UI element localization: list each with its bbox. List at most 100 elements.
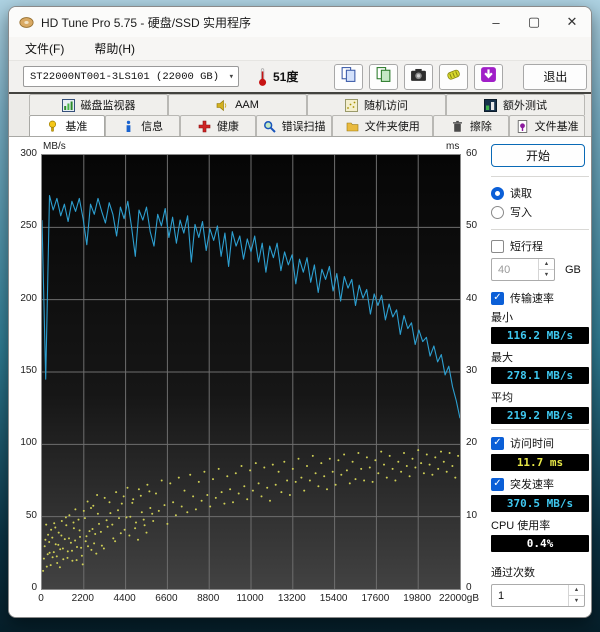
min-value: 116.2 MB/s	[491, 327, 589, 344]
tab-disk-monitor[interactable]: 磁盘监视器	[29, 94, 168, 115]
benchmark-icon	[46, 120, 59, 133]
health-icon	[198, 120, 211, 133]
error-scan-icon	[263, 120, 276, 133]
right-axis-tick: 40	[466, 292, 478, 304]
window-title: HD Tune Pro 5.75 - 硬盘/SSD 实用程序	[41, 15, 252, 30]
download-icon	[480, 66, 497, 88]
tab-info[interactable]: 信息	[104, 115, 181, 136]
download-button[interactable]	[474, 63, 504, 90]
chart-plot	[42, 155, 460, 589]
save-button[interactable]	[439, 63, 469, 90]
extra-tests-icon	[484, 98, 497, 112]
control-panel: 开始 读取 写入 短行程 40 ▲ ▼ GB ✓ 传输速率 最小 116.2 M…	[491, 137, 589, 618]
save-icon	[445, 66, 462, 88]
copy-icon	[340, 66, 357, 88]
tab-extra-tests[interactable]: 额外测试	[446, 94, 585, 115]
tab-folder-usage[interactable]: 文件夹使用	[331, 115, 434, 136]
camera-icon	[410, 66, 427, 88]
access-time-checkbox[interactable]	[491, 436, 504, 450]
desktop: { "window": { "title": "HD Tune Pro 5.75…	[0, 0, 600, 632]
burst-rate-value: 370.5 MB/s	[491, 495, 589, 512]
access-time-option[interactable]: 访问时间	[491, 435, 589, 451]
stepper-down-icon: ▼	[543, 272, 550, 278]
burst-rate-checkbox[interactable]	[491, 477, 504, 491]
tab-benchmark[interactable]: 基准	[29, 115, 105, 136]
copy-button[interactable]	[334, 63, 364, 90]
gb-unit-label: GB	[565, 263, 581, 276]
tab-file-benchmark[interactable]: 文件基准	[509, 115, 585, 136]
right-axis-tick: 0	[466, 582, 472, 593]
random-access-icon	[345, 98, 358, 112]
close-button[interactable]: ✕	[553, 7, 591, 37]
camera-button[interactable]	[404, 63, 434, 90]
thermometer-icon	[257, 67, 269, 87]
transfer-rate-checkbox[interactable]	[491, 291, 504, 305]
y-axis-tick: 200	[20, 292, 37, 304]
chevron-down-icon: ▾	[228, 71, 234, 82]
transfer-rate-option[interactable]: 传输速率	[491, 290, 589, 306]
min-label: 最小	[491, 312, 513, 324]
start-button[interactable]: 开始	[491, 144, 585, 167]
folder-usage-icon	[346, 120, 359, 133]
cpu-usage-label: CPU 使用率	[491, 520, 551, 532]
benchmark-panel: MB/s ms 300 250 200 150 100 50 0 60 50 40 30 20 10 0…	[9, 136, 591, 618]
short-stroke-size-stepper[interactable]: 40 ▲ ▼	[491, 258, 555, 281]
exit-button[interactable]: 退出	[523, 63, 588, 90]
disk-monitor-icon	[61, 98, 75, 112]
tab-health[interactable]: 健康	[180, 115, 257, 136]
drive-select[interactable]: ST22000NT001-3LS101 (22000 GB) ▾	[23, 66, 239, 87]
y-axis-tick: 300	[20, 148, 37, 159]
y-axis-tick: 50	[25, 509, 37, 521]
app-icon	[19, 15, 34, 30]
pass-count-stepper[interactable]: 1 ▲ ▼	[491, 584, 585, 607]
right-axis-tick: 60	[466, 148, 478, 159]
pass-count-label: 通过次数	[491, 567, 535, 579]
tab-row-2: 基准 信息 健康 错误扫描 文件夹使用 擦除 文件基准	[29, 115, 591, 136]
toolbar-icon-buttons	[334, 63, 504, 90]
temperature-label: 51度	[273, 70, 299, 84]
progress-bar	[491, 617, 557, 618]
minimize-button[interactable]: –	[477, 7, 515, 37]
max-label: 最大	[491, 352, 513, 364]
read-radio[interactable]	[491, 186, 504, 200]
access-time-value: 11.7 ms	[491, 454, 589, 471]
read-mode-option[interactable]: 读取	[491, 185, 589, 201]
right-axis-tick: 10	[466, 509, 478, 521]
right-axis-tick: 30	[466, 365, 478, 376]
maximize-button[interactable]: ▢	[515, 7, 553, 37]
max-value: 278.1 MB/s	[491, 367, 589, 384]
menu-help[interactable]: 帮助(H)	[92, 38, 137, 59]
right-axis-tick: 20	[466, 437, 478, 449]
toolbar: ST22000NT001-3LS101 (22000 GB) ▾ 51度 退出	[9, 61, 591, 94]
tab-erase[interactable]: 擦除	[433, 115, 510, 136]
speaker-icon	[216, 99, 229, 112]
short-stroke-checkbox[interactable]	[491, 239, 504, 253]
stepper-up-icon: ▲	[539, 259, 554, 270]
divider	[491, 229, 589, 230]
tab-speaker[interactable]: AAM	[168, 94, 307, 115]
y-axis-tick: 250	[20, 220, 37, 232]
info-icon	[122, 120, 135, 133]
left-axis-unit: MB/s	[43, 141, 66, 152]
y-axis-tick: 0	[31, 582, 37, 593]
stepper-up-icon: ▲	[569, 585, 584, 596]
tab-random-access[interactable]: 随机访问	[307, 94, 446, 115]
right-axis-unit: ms	[446, 141, 460, 152]
write-mode-option[interactable]: 写入	[491, 204, 589, 220]
divider	[491, 429, 589, 430]
avg-value: 219.2 MB/s	[491, 407, 589, 424]
tab-error-scan[interactable]: 错误扫描	[256, 115, 332, 136]
write-radio[interactable]	[491, 205, 504, 219]
short-stroke-option[interactable]: 短行程	[491, 238, 589, 254]
y-axis-tick: 100	[20, 437, 37, 449]
right-axis-tick: 50	[466, 220, 478, 232]
stepper-down-icon: ▼	[573, 598, 580, 604]
benchmark-chart	[41, 154, 461, 590]
titlebar: HD Tune Pro 5.75 - 硬盘/SSD 实用程序 – ▢ ✕	[9, 7, 591, 37]
tab-row-1: 磁盘监视器 AAM 随机访问 额外测试	[29, 94, 591, 115]
copy-file-icon	[375, 66, 392, 88]
menu-file[interactable]: 文件(F)	[23, 38, 66, 59]
menubar: 文件(F) 帮助(H)	[9, 37, 591, 61]
burst-rate-option[interactable]: 突发速率	[491, 476, 589, 492]
copy-file-button[interactable]	[369, 63, 399, 90]
